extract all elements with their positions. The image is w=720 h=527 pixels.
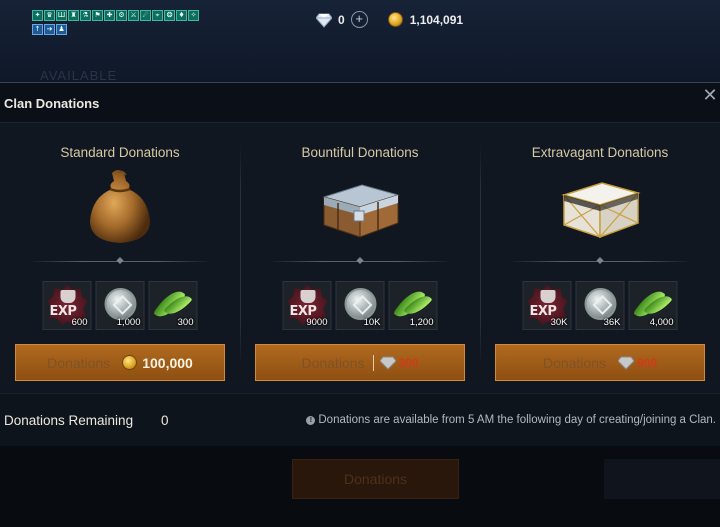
diamond-count: 0	[338, 12, 345, 27]
silver-coin-icon	[584, 288, 617, 320]
shield-icon	[540, 290, 556, 303]
background-ui: Donations	[0, 446, 720, 527]
info-icon: !	[306, 415, 316, 425]
donate-standard-button[interactable]: Donations 100,000	[15, 344, 225, 381]
reward-qty: 36K	[603, 317, 621, 328]
shield-icon	[300, 290, 316, 303]
reward-qty: 4,000	[649, 317, 674, 328]
donation-cost: 300	[398, 355, 419, 370]
reward-silver[interactable]: 1,000	[95, 281, 145, 330]
divider-ornament	[116, 256, 124, 265]
separator	[372, 354, 374, 371]
donation-tier-standard: Standard Donations EXP 600 1,000 300 Don…	[0, 123, 240, 393]
donations-remaining-label: Donations Remaining	[4, 413, 134, 428]
buff-icons-row: ✦ ♛ Ш ♜ ⚗ ⚑ ✚ ⚙ ⚔ ☄ ⌖ ❂ ♦ ✧	[32, 10, 199, 21]
diamond-icon	[316, 13, 332, 28]
silver-coin-icon	[104, 288, 137, 320]
tier-title: Bountiful Donations	[301, 145, 419, 160]
donate-label: Donations	[301, 354, 365, 371]
divider-ornament	[596, 256, 604, 265]
buff-icon[interactable]: ➔	[44, 24, 55, 35]
reward-silver[interactable]: 36K	[575, 281, 625, 330]
reward-qty: 1,200	[409, 317, 434, 328]
reward-exp[interactable]: EXP 600	[42, 281, 92, 330]
silver-coin-icon	[344, 288, 377, 320]
buff-icon[interactable]: ♦	[176, 10, 187, 21]
clan-donations-panel: Clan Donations ✕ Standard Donations EXP …	[0, 82, 720, 447]
shield-icon	[60, 290, 76, 303]
ornate-chest-icon	[561, 182, 641, 239]
background-text: AVAILABLE	[40, 68, 118, 83]
panel-title: Clan Donations	[4, 96, 100, 111]
reward-list: EXP 9000 10K 1,200	[282, 281, 438, 330]
reward-leaf[interactable]: 4,000	[628, 281, 678, 330]
donations-remaining-value: 0	[161, 413, 169, 428]
gold-coin-icon	[387, 12, 403, 27]
donate-bountiful-button[interactable]: Donations 300	[255, 344, 465, 381]
reward-qty: 300	[177, 317, 194, 328]
currency-bar: 0 + 1,104,091	[316, 11, 463, 28]
reward-qty: 9000	[306, 317, 328, 328]
diamond-icon	[379, 356, 396, 370]
donation-tier-bountiful: Bountiful Donations EXP 9000 10K 1,200 D…	[240, 123, 480, 393]
buff-icon[interactable]: ✧	[188, 10, 199, 21]
gold-coin-icon	[122, 355, 138, 370]
add-diamonds-button[interactable]: +	[350, 11, 368, 28]
tier-title: Extravagant Donations	[531, 145, 669, 160]
buff-icon[interactable]: ⌖	[152, 10, 163, 21]
reward-qty: 10K	[363, 317, 381, 328]
reward-qty: 600	[71, 317, 88, 328]
buff-icon[interactable]: ❂	[164, 10, 175, 21]
close-icon[interactable]: ✕	[702, 87, 718, 105]
sack-icon	[90, 170, 150, 243]
donate-label: Donations	[47, 354, 111, 371]
panel-footer: Donations Remaining 0 ! Donations are av…	[0, 393, 720, 447]
buff-icon[interactable]: ♜	[68, 10, 79, 21]
buff-icon[interactable]: ↑	[32, 24, 43, 35]
buff-icons-row-2: ↑ ➔ ♟	[32, 24, 67, 35]
info-note: ! Donations are available from 5 AM the …	[306, 414, 716, 426]
gold-count: 1,104,091	[409, 12, 464, 27]
info-text: Donations are available from 5 AM the fo…	[318, 414, 716, 426]
chest-icon	[322, 184, 400, 238]
donate-extravagant-button[interactable]: Donations 900	[495, 344, 705, 381]
tier-title: Standard Donations	[60, 145, 180, 160]
background-donations-button: Donations	[292, 459, 459, 499]
background-panel	[604, 459, 720, 499]
reward-silver[interactable]: 10K	[335, 281, 385, 330]
buff-icon[interactable]: ⚗	[80, 10, 91, 21]
buff-icon[interactable]: ⚑	[92, 10, 103, 21]
reward-list: EXP 30K 36K 4,000	[522, 281, 678, 330]
donation-tiers: Standard Donations EXP 600 1,000 300 Don…	[0, 123, 720, 393]
panel-header: Clan Donations ✕	[0, 83, 720, 123]
buff-icon[interactable]: ♟	[56, 24, 67, 35]
reward-qty: 1,000	[116, 317, 141, 328]
donation-tier-extravagant: Extravagant Donations EXP 30K 36K 4,000 …	[480, 123, 720, 393]
reward-leaf[interactable]: 300	[148, 281, 198, 330]
reward-exp[interactable]: EXP 30K	[522, 281, 572, 330]
divider-ornament	[356, 256, 364, 265]
donation-cost: 900	[637, 355, 658, 370]
reward-list: EXP 600 1,000 300	[42, 281, 198, 330]
donate-label: Donations	[542, 354, 606, 371]
buff-icon[interactable]: ✦	[32, 10, 43, 21]
buff-icon[interactable]: ♛	[44, 10, 55, 21]
diamond-icon	[618, 356, 634, 370]
reward-qty: 30K	[550, 317, 568, 328]
reward-leaf[interactable]: 1,200	[388, 281, 438, 330]
buff-icon[interactable]: ✚	[104, 10, 115, 21]
buff-icon[interactable]: ⚙	[116, 10, 127, 21]
buff-icon[interactable]: ⚔	[128, 10, 139, 21]
buff-icon[interactable]: Ш	[56, 10, 67, 21]
buff-icon[interactable]: ☄	[140, 10, 151, 21]
donation-cost: 100,000	[142, 354, 193, 371]
reward-exp[interactable]: EXP 9000	[282, 281, 332, 330]
